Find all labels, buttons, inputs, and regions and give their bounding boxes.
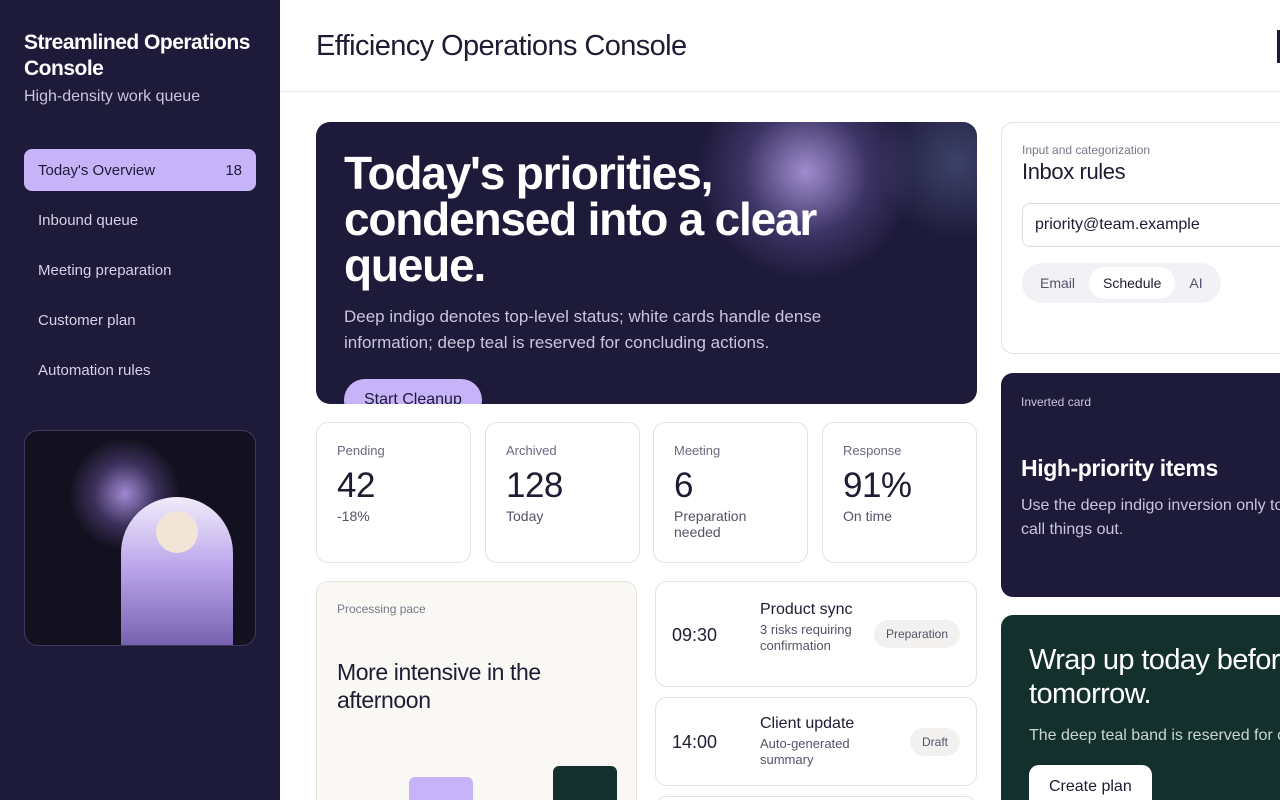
schedule-tag: Draft [909,728,960,756]
stat-card-response: Response 91% On time [822,422,977,563]
sidebar-item-label: Inbound queue [38,211,139,229]
processing-pace-card: Processing pace More intensive in the af… [316,581,637,800]
sidebar-item-todays-overview[interactable]: Today's Overview 18 [24,149,256,191]
stat-value: 128 [506,466,563,505]
stat-card-pending: Pending 42 -18% [316,422,471,563]
sidebar-item-label: Today's Overview [38,161,156,179]
inverted-title: High-priority items [1021,455,1218,481]
sidebar-item-meeting-preparation[interactable]: Meeting preparation [24,249,256,291]
create-plan-button[interactable]: Create plan [1029,765,1152,800]
segment-email[interactable]: Email [1026,267,1089,299]
stat-sub: Preparation needed [674,508,747,540]
pace-bar [553,766,617,800]
stat-value: 91% [843,466,912,505]
schedule-item[interactable]: 14:00 Client update Auto-generated summa… [655,697,977,786]
stat-value: 42 [337,466,375,505]
sidebar-item-inbound-queue[interactable]: Inbound queue [24,199,256,241]
hero-banner: Today's priorities, condensed into a cle… [316,122,977,404]
sidebar-item-label: Customer plan [38,311,136,329]
pace-label: Processing pace [337,602,426,616]
sidebar-item-automation-rules[interactable]: Automation rules [24,349,256,391]
stat-label: Archived [506,443,557,458]
schedule-tag: Preparation [873,620,960,648]
category-segmented-control: Email Schedule AI [1022,263,1221,303]
schedule-description: 3 risks requiring confirmation [760,622,852,653]
rules-title: Inbox rules [1022,159,1126,184]
wrap-title: Wrap up today before tomorrow. [1029,644,1280,710]
illustration-head [156,511,198,553]
stat-card-archived: Archived 128 Today [485,422,640,563]
schedule-time: 14:00 [672,732,718,752]
email-field[interactable] [1022,203,1280,247]
wrap-up-card: Wrap up today before tomorrow. The deep … [1001,615,1280,800]
brand-title: Streamlined Operations Console [24,31,250,80]
wrap-text: The deep teal band is reserved for concl… [1029,727,1280,744]
hero-description: Deep indigo denotes top-level status; wh… [344,307,822,352]
segment-ai[interactable]: AI [1175,267,1216,299]
inverted-label: Inverted card [1021,395,1092,409]
stat-label: Pending [337,443,385,458]
start-cleanup-button[interactable]: Start Cleanup [344,379,482,404]
segment-schedule[interactable]: Schedule [1089,267,1176,299]
stat-sub: Today [506,508,544,524]
sidebar-nav: Today's Overview 18 Inbound queue Meetin… [24,149,256,391]
brand-subtitle: High-density work queue [24,88,201,105]
rules-label: Input and categorization [1022,143,1151,157]
hero-title: Today's priorities, condensed into a cle… [344,147,817,291]
sidebar-item-label: Meeting preparation [38,261,172,279]
stat-label: Response [843,443,902,458]
schedule-item[interactable]: 09:30 Product sync 3 risks requiring con… [655,581,977,687]
schedule-item[interactable] [655,796,977,800]
header: Efficiency Operations Console [280,0,1280,92]
inverted-card: Inverted card High-priority items Use th… [1001,373,1280,597]
inbox-rules-card: Input and categorization Inbox rules Ema… [1001,122,1280,354]
stat-value: 6 [674,466,693,505]
sidebar-item-label: Automation rules [38,361,151,379]
sidebar-item-customer-plan[interactable]: Customer plan [24,299,256,341]
stat-sub: -18% [337,508,370,524]
schedule-description: Auto-generated summary [760,736,850,767]
page-title: Efficiency Operations Console [316,30,687,62]
pace-title: More intensive in the afternoon [337,659,541,713]
schedule-title: Product sync [760,601,853,618]
sidebar-illustration [24,430,256,646]
count-badge: 18 [225,161,242,179]
schedule-time: 09:30 [672,625,718,645]
sidebar: Streamlined Operations Console High-dens… [0,0,280,800]
stat-label: Meeting [674,443,721,458]
pace-bar [409,777,473,800]
inverted-text: Use the deep indigo inversion only to ca… [1021,497,1280,538]
stat-sub: On time [843,508,893,524]
stat-card-meeting: Meeting 6 Preparation needed [653,422,808,563]
schedule-title: Client update [760,715,855,732]
